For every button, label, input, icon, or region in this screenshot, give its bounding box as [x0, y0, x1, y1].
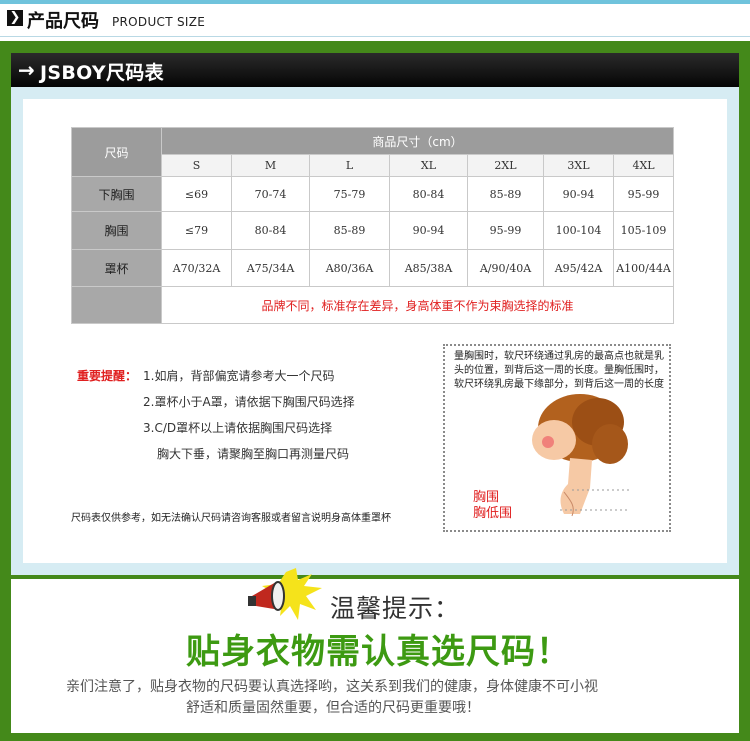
size-disclaimer: 尺码表仅供参考，如无法确认尺码请咨询客服或者留言说明身高体重罩杯	[71, 513, 391, 524]
table-note: 品牌不同，标准存在差异，身高体重不作为束胸选择的标准	[160, 286, 675, 324]
reminder-line: 3.C/D罩杯以上请依据胸围尺码选择	[143, 421, 333, 435]
size-header: S	[161, 154, 232, 177]
size-table: 尺码 商品尺寸（cm） S M L XL 2XL 3XL 4XL 下胸围 ≤69…	[71, 127, 675, 324]
row-header: 胸围	[71, 211, 162, 250]
size-header: XL	[389, 154, 468, 177]
size-header: 2XL	[467, 154, 544, 177]
table-row: 下胸围 ≤69 70-74 75-79 80-84 85-89 90-94 95…	[71, 176, 675, 212]
table-cell: 85-89	[309, 211, 390, 250]
table-cell: A80/36A	[309, 249, 390, 287]
table-cell: 70-74	[231, 176, 310, 212]
reminder-line: 2.罩杯小于A罩，请依据下胸围尺码选择	[143, 395, 355, 409]
table-cell: ≤69	[161, 176, 232, 212]
row-header: 下胸围	[71, 176, 162, 212]
table-cell: 95-99	[612, 176, 675, 212]
table-row: 品牌不同，标准存在差异，身高体重不作为束胸选择的标准	[71, 286, 675, 324]
measurement-instructions: 量胸围时，软尺环绕通过乳房的最高点也就是乳头的位置，到背后这一周的长度。量胸低围…	[454, 351, 664, 390]
tip-line: 舒适和质量固然重要，但合适的尺码更重要哦！	[186, 700, 480, 716]
corner-header: 尺码	[71, 127, 162, 177]
size-header: M	[231, 154, 310, 177]
reminder-line: 1.如肩，背部偏宽请参考大一个尺码	[143, 369, 335, 383]
reminder-line: 胸大下垂，请聚胸至胸口再测量尺码	[157, 447, 350, 461]
table-cell: A70/32A	[161, 249, 232, 287]
chevron-right-icon: ❯	[7, 10, 23, 26]
table-cell: A85/38A	[389, 249, 468, 287]
tip-title: 温馨提示：	[330, 594, 461, 623]
reminder-label-text: 重要提醒：	[77, 369, 138, 383]
table-row: 胸围 ≤79 80-84 85-89 90-94 95-99 100-104 1…	[71, 211, 675, 250]
table-cell: 95-99	[467, 211, 544, 250]
table-cell: A/90/40A	[467, 249, 544, 287]
table-cell: A75/34A	[231, 249, 310, 287]
tip-headline: 贴身衣物需认真选尺码！	[186, 632, 571, 672]
table-cell: A100/44A	[612, 249, 675, 287]
table-cell: 90-94	[389, 211, 468, 250]
size-header: L	[309, 154, 390, 177]
table-cell: 80-84	[389, 176, 468, 212]
size-header: 4XL	[612, 154, 675, 177]
tip-line: 亲们注意了，贴身衣物的尺码要认真选择哟，这关系到我们的健康，身体健康不可小视	[66, 679, 598, 695]
header-divider	[0, 36, 750, 37]
table-cell: 85-89	[467, 176, 544, 212]
row-header-blank	[71, 286, 162, 324]
table-cell: 100-104	[543, 211, 614, 250]
table-cell: 80-84	[231, 211, 310, 250]
underbust-label: 胸低围	[473, 506, 513, 521]
size-header: 3XL	[543, 154, 614, 177]
table-cell: A95/42A	[543, 249, 614, 287]
table-cell: ≤79	[161, 211, 232, 250]
size-chart-title: JSBOY尺码表	[40, 62, 164, 84]
section-title: 产品尺码	[27, 11, 99, 32]
reminder-label: 重要提醒：	[77, 367, 137, 384]
megaphone-icon	[248, 568, 322, 620]
woman-illustration	[532, 394, 630, 517]
table-cell: 75-79	[309, 176, 390, 212]
row-header: 罩杯	[71, 249, 162, 287]
section-subtitle: PRODUCT SIZE	[112, 15, 206, 29]
table-row: 罩杯 A70/32A A75/34A A80/36A A85/38A A/90/…	[71, 249, 675, 287]
table-cell: 90-94	[543, 176, 614, 212]
group-header: 商品尺寸（cm）	[160, 127, 675, 155]
arrow-right-icon: →	[18, 58, 35, 82]
table-cell: 105-109	[612, 211, 675, 250]
